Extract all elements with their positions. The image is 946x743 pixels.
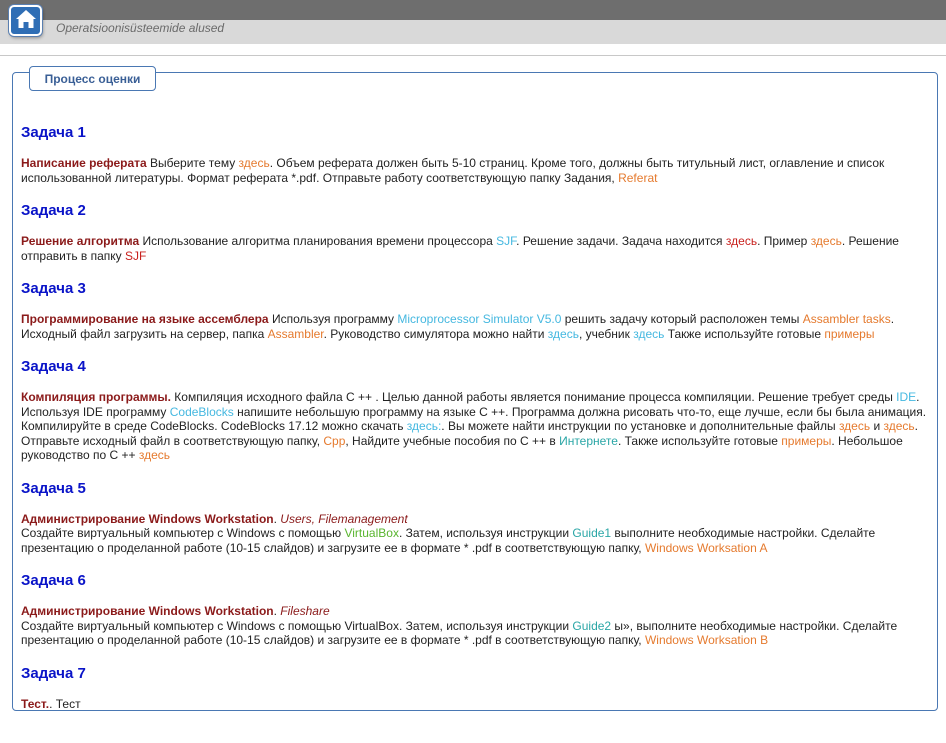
folder-link[interactable]: SJF [125, 249, 146, 263]
task-text: Создайте виртуальный компьютер с Windows… [21, 526, 345, 540]
task-title: Написание реферата [21, 156, 147, 170]
task-heading: Задача 5 [21, 479, 86, 497]
simulator-link[interactable]: Microprocessor Simulator V5.0 [397, 312, 561, 326]
home-button[interactable] [9, 5, 42, 36]
guide1-link[interactable]: Guide1 [572, 526, 611, 540]
task-text: Также используйте готовые [664, 326, 825, 341]
task-text: Выберите тему [146, 156, 239, 170]
task-heading: Задача 1 [21, 124, 86, 141]
folder-link[interactable]: Windows Worksation B [645, 633, 768, 647]
folder-link[interactable]: Cpp [323, 434, 345, 448]
task-heading: Задача 4 [21, 358, 86, 375]
instructions-link[interactable]: здесь [839, 419, 870, 433]
codeblocks-link[interactable]: CodeBlocks [170, 405, 234, 419]
task-heading: Задача 2 [21, 202, 86, 219]
folder-link[interactable]: Assambler [268, 327, 324, 341]
task-title: Тест. [21, 696, 50, 711]
panel-tab-title[interactable]: Процесс оценки [29, 66, 156, 91]
task-title: Решение алгоритма [21, 234, 140, 248]
task-title: Администрирование Windows Workstation [21, 604, 274, 618]
task-text: Компиляция исходного файла C ++ . Целью … [170, 390, 897, 404]
task-text: . Решение задачи. Задача находится [516, 234, 726, 248]
task-text: Использование алгоритма планирования вре… [139, 234, 497, 248]
example-link[interactable]: здесь [811, 234, 842, 248]
task-heading: Задача 7 [21, 664, 86, 682]
task-text: . Затем, используя инструкции [398, 526, 573, 540]
task-description: Компиляция программы. Компиляция исходно… [21, 390, 931, 463]
course-title: Operatsioonisüsteemide alused [56, 21, 225, 35]
manual-link[interactable]: здесь [548, 327, 579, 341]
virtualbox-link[interactable]: VirtualBox [344, 526, 398, 540]
tasks-content: Задача 1 Написание реферата Выберите тем… [21, 124, 931, 728]
top-bar [0, 0, 946, 20]
topic-link[interactable]: здесь [239, 156, 270, 170]
folder-link[interactable]: Windows Worksation A [645, 541, 768, 555]
download-link[interactable]: здесь: [407, 419, 442, 433]
task-text: . Также используйте готовые [617, 433, 782, 448]
ide-link[interactable]: IDE [896, 390, 916, 404]
task-text: . Пример [757, 234, 811, 248]
task-heading: Задача 6 [21, 572, 86, 589]
task-title: Администрирование Windows Workstation [21, 511, 274, 526]
guide2-link[interactable]: Guide2 [572, 619, 611, 633]
task-link[interactable]: здесь [726, 234, 757, 248]
task-heading: Задача 3 [21, 280, 86, 297]
task-text: решить задачу который расположен темы [561, 312, 803, 326]
task-description: Тест.. Тест [21, 697, 931, 712]
task-text: . Тест [49, 696, 81, 711]
folder-link[interactable]: Referat [618, 171, 657, 185]
task-description: Администрирование Windows Workstation. U… [21, 512, 931, 556]
home-icon [15, 9, 37, 32]
guide-link[interactable]: здесь [139, 448, 170, 462]
task-description: Программирование на языке ассемблера Исп… [21, 312, 931, 341]
task-description: Решение алгоритма Использование алгоритм… [21, 234, 931, 263]
task-description: Администрирование Windows Workstation. F… [21, 604, 931, 648]
sjf-link[interactable]: SJF [496, 234, 516, 248]
textbook-link[interactable]: здесь [633, 327, 664, 341]
task-text: Используя программу [268, 312, 398, 326]
task-subtitle: Users, Filemanagement [280, 511, 408, 526]
examples-link[interactable]: примеры [781, 434, 831, 448]
internet-link[interactable]: Интернете [559, 434, 618, 448]
task-text: , Найдите учебные пособия по C ++ в [345, 433, 560, 448]
assambler-tasks-link[interactable]: Assambler tasks [803, 312, 891, 326]
header-divider [0, 55, 946, 56]
task-text: . Руководство симулятора можно найти [323, 326, 548, 341]
task-text: и [870, 419, 884, 433]
task-text: Создайте виртуальный компьютер с Windows… [21, 618, 573, 633]
files-link[interactable]: здесь [883, 419, 914, 433]
task-text: , учебник [578, 326, 634, 341]
task-subtitle: Fileshare [280, 604, 330, 618]
task-title: Программирование на языке ассемблера [21, 312, 269, 326]
task-description: Написание реферата Выберите тему здесь. … [21, 156, 931, 185]
task-text: . Вы можете найти инструкции по установк… [441, 419, 839, 433]
task-title: Компиляция программы. [21, 390, 171, 404]
examples-link[interactable]: примеры [824, 327, 874, 341]
